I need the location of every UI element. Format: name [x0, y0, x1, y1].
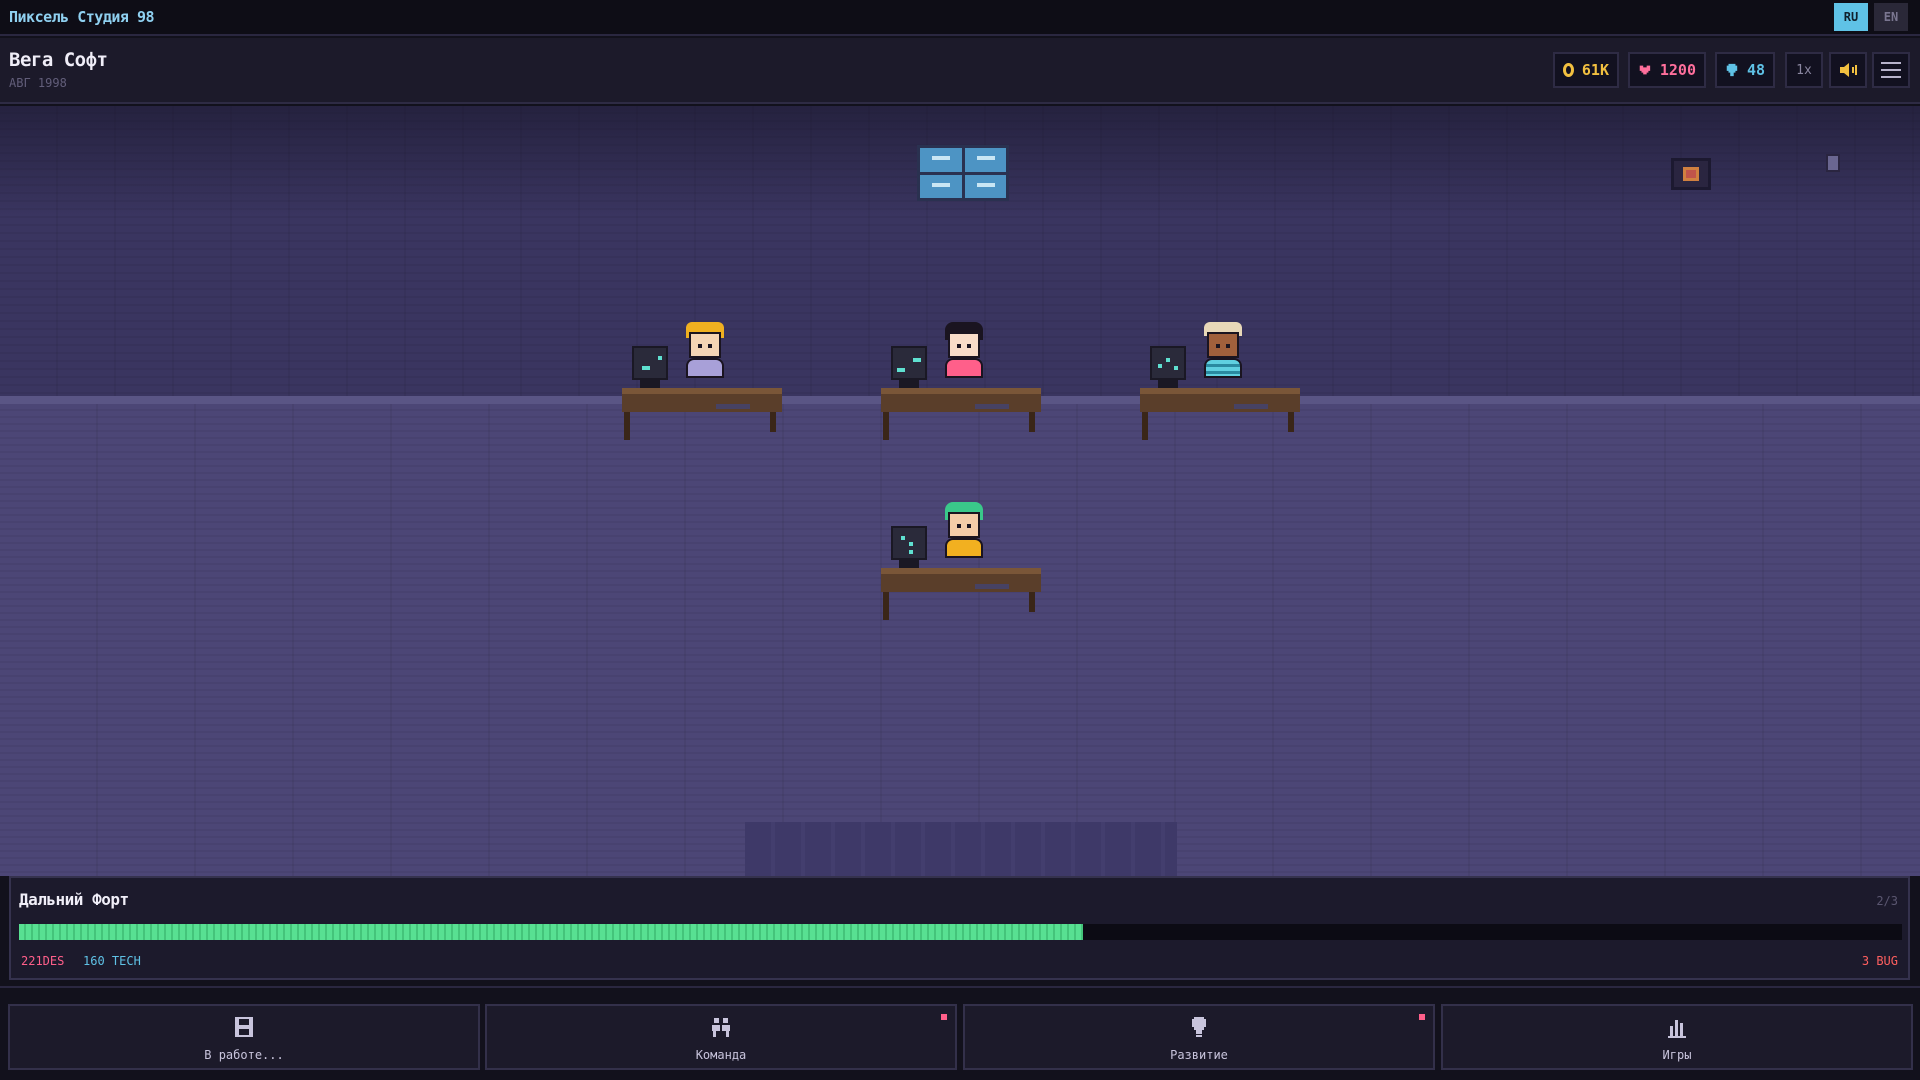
design-points: 221DES	[21, 954, 64, 968]
bottom-nav: В работе... Команда Развитие Игры	[0, 986, 1920, 1080]
language-ru-button[interactable]: RU	[1834, 3, 1868, 31]
employee-3[interactable]	[1200, 322, 1246, 386]
speed-button[interactable]: 1x	[1785, 52, 1823, 88]
menu-button[interactable]	[1872, 52, 1910, 88]
hype-value: 1200	[1660, 61, 1696, 79]
nav-in-progress-button[interactable]: В работе...	[8, 1004, 480, 1070]
office-scene[interactable]	[0, 106, 1920, 876]
office-floor	[0, 404, 1920, 876]
tech-points: 160 TECH	[83, 954, 141, 968]
bulb-icon	[1189, 1016, 1209, 1038]
nav-games-button[interactable]: Игры	[1441, 1004, 1913, 1070]
employee-2[interactable]	[941, 322, 987, 386]
notification-badge	[941, 1014, 947, 1020]
employee-4[interactable]	[941, 502, 987, 566]
floor-rug	[745, 822, 1177, 876]
studio-header: Вега Софт АВГ 1998 61K 1200 48 1x	[0, 38, 1920, 104]
title-bar: Пиксель Студия 98 RU EN	[0, 0, 1920, 36]
ideas-counter: 48	[1715, 52, 1775, 88]
project-progress-bar	[19, 924, 1902, 940]
app-title: Пиксель Студия 98	[9, 8, 154, 26]
desk	[881, 388, 1041, 444]
nav-label: Игры	[1443, 1048, 1911, 1062]
nav-label: В работе...	[10, 1048, 478, 1062]
nav-team-button[interactable]: Команда	[485, 1004, 957, 1070]
sound-button[interactable]	[1829, 52, 1867, 88]
light-switch	[1826, 154, 1840, 172]
nav-label: Развитие	[965, 1048, 1433, 1062]
desk	[881, 568, 1041, 624]
language-en-button[interactable]: EN	[1874, 3, 1908, 31]
notification-badge	[1419, 1014, 1425, 1020]
computer-monitor	[632, 346, 668, 380]
hype-counter: 1200	[1628, 52, 1706, 88]
team-icon	[711, 1016, 731, 1038]
computer-monitor	[1150, 346, 1186, 380]
bug-count: 3 BUG	[1862, 954, 1898, 968]
office-window	[917, 145, 1009, 201]
money-value: 61K	[1582, 61, 1609, 79]
nav-development-button[interactable]: Развитие	[963, 1004, 1435, 1070]
studio-name: Вега Софт	[9, 49, 107, 71]
game-date: АВГ 1998	[9, 76, 67, 90]
project-title: Дальний Форт	[19, 890, 129, 909]
hamburger-menu-icon	[1880, 61, 1902, 79]
computer-monitor	[891, 346, 927, 380]
bulb-icon	[1725, 62, 1739, 78]
nav-label: Команда	[487, 1048, 955, 1062]
bar-chart-icon	[1667, 1016, 1687, 1038]
computer-monitor	[891, 526, 927, 560]
speaker-icon	[1837, 59, 1859, 81]
money-counter: 61K	[1553, 52, 1619, 88]
project-stage: 2/3	[1876, 894, 1898, 908]
wall-picture	[1671, 158, 1711, 190]
current-project-panel[interactable]: Дальний Форт 2/3 221DES 160 TECH 3 BUG	[9, 876, 1910, 980]
desk	[1140, 388, 1300, 444]
project-progress-fill	[19, 924, 1083, 940]
coin-icon	[1563, 63, 1574, 77]
desk	[622, 388, 782, 444]
floppy-disk-icon	[234, 1016, 254, 1038]
heart-icon	[1638, 62, 1652, 78]
employee-1[interactable]	[682, 322, 728, 386]
ideas-value: 48	[1747, 61, 1765, 79]
